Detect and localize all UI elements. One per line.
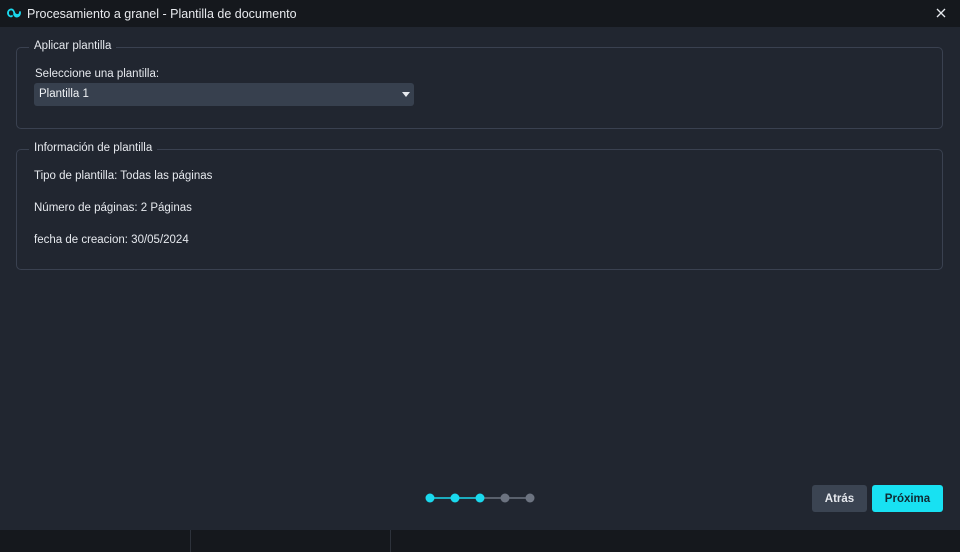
status-bar xyxy=(0,530,960,552)
status-divider xyxy=(190,530,191,552)
back-button[interactable]: Atrás xyxy=(812,485,867,512)
close-button[interactable] xyxy=(932,4,950,22)
template-info-legend: Información de plantilla xyxy=(29,142,158,154)
page-count-text: Número de páginas: 2 Páginas xyxy=(34,202,192,214)
stepper-step-5 xyxy=(525,493,535,503)
stepper-step-2 xyxy=(450,493,460,503)
template-info-group: Información de plantilla Tipo de plantil… xyxy=(16,142,943,270)
title-bar: Procesamiento a granel - Plantilla de do… xyxy=(0,0,960,27)
creation-date-text: fecha de creacion: 30/05/2024 xyxy=(34,234,189,246)
template-select[interactable]: Plantilla 1 xyxy=(34,83,414,106)
template-select-value: Plantilla 1 xyxy=(39,88,89,100)
wizard-progress-stepper xyxy=(425,493,535,503)
stepper-step-4 xyxy=(500,493,510,503)
sync-loop-icon xyxy=(7,8,21,18)
apply-template-group: Aplicar plantilla Seleccione una plantil… xyxy=(16,40,943,129)
stepper-step-1 xyxy=(425,493,435,503)
window-title: Procesamiento a granel - Plantilla de do… xyxy=(27,7,297,21)
template-type-text: Tipo de plantilla: Todas las páginas xyxy=(34,170,213,182)
status-divider xyxy=(390,530,391,552)
chevron-down-icon xyxy=(402,92,410,97)
apply-template-legend: Aplicar plantilla xyxy=(29,40,117,52)
template-select-label: Seleccione una plantilla: xyxy=(35,68,160,80)
next-button[interactable]: Próxima xyxy=(872,485,943,512)
close-icon xyxy=(936,8,946,18)
stepper-step-3 xyxy=(475,493,485,503)
